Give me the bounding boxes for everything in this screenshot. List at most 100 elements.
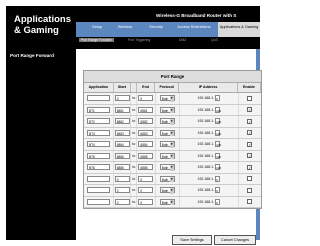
application-input[interactable] (86, 95, 110, 102)
subtab-port-range-forward[interactable]: Port Range Forward (79, 38, 114, 42)
to-label: to (132, 199, 136, 204)
enable-cell (239, 174, 261, 185)
to-label: to (132, 107, 136, 112)
ip-last-octet-input[interactable]: 0 (215, 95, 221, 102)
protocol-cell: Both ▼ (156, 139, 180, 150)
start-port-input[interactable]: 6883 (114, 129, 130, 136)
ip-last-octet-input[interactable]: 100 (215, 118, 221, 125)
tab-security[interactable]: Security (145, 25, 167, 30)
protocol-select[interactable]: Both ▼ (159, 152, 175, 160)
enable-checkbox[interactable]: ✓ (247, 130, 253, 136)
protocol-cell: Both ▼ (156, 150, 180, 161)
application-cell (84, 173, 114, 184)
start-port-input[interactable]: 0 (114, 95, 130, 102)
ip-last-octet-input[interactable]: 0 (215, 198, 221, 205)
protocol-cell: Both ▼ (156, 185, 180, 196)
enable-checkbox[interactable]: ✓ (247, 107, 253, 113)
protocol-select[interactable]: Both ▼ (159, 164, 175, 171)
chevron-down-icon: ▼ (169, 165, 174, 171)
start-port-input[interactable]: 0 (114, 175, 130, 182)
application-cell: BT2 (84, 116, 114, 127)
enable-checkbox[interactable]: ✓ (247, 118, 253, 124)
tab-access-restrictions[interactable]: Access Restrictions (176, 25, 212, 30)
end-port-input[interactable]: 6886 (138, 164, 154, 171)
ip-last-octet-input[interactable]: 100 (215, 164, 221, 171)
subtab-port-triggering[interactable]: Port Triggering (128, 38, 150, 42)
start-port-input[interactable]: 6884 (114, 141, 130, 148)
end-port-cell: 6884 (137, 139, 156, 150)
section-title: Applications & Gaming (14, 14, 72, 36)
protocol-select[interactable]: Both ▼ (159, 198, 175, 206)
application-input[interactable]: BT2 (86, 118, 110, 125)
tab-setup[interactable]: Setup (88, 25, 106, 30)
ip-last-octet-input[interactable]: 0 (215, 187, 221, 194)
application-input[interactable] (86, 175, 110, 182)
enable-checkbox[interactable] (247, 187, 253, 193)
start-port-input[interactable]: 6881 (114, 106, 130, 113)
application-cell (84, 93, 114, 104)
ip-address-cell: 192.168.1. 0 (180, 196, 239, 207)
left-rail: Port Range Forward (6, 49, 76, 240)
enable-checkbox[interactable] (247, 176, 253, 182)
tab-wireless[interactable]: Wireless (114, 25, 136, 30)
application-input[interactable]: BT3 (86, 129, 110, 136)
end-port-input[interactable]: 6883 (138, 129, 154, 136)
protocol-select[interactable]: Both ▼ (159, 141, 175, 148)
ip-last-octet-input[interactable]: 100 (215, 152, 221, 159)
table-row: BT1 6881 to 6881 Both ▼ 192.168.1. 100 ✓ (84, 104, 261, 116)
ip-last-octet-input[interactable]: 100 (215, 129, 221, 136)
end-port-input[interactable]: 6881 (138, 106, 154, 113)
ip-last-octet-input[interactable]: 100 (215, 106, 221, 113)
protocol-cell: Both ▼ (156, 116, 180, 127)
end-port-cell: 6882 (137, 116, 156, 127)
application-input[interactable] (86, 198, 110, 205)
end-port-input[interactable]: 0 (138, 95, 154, 102)
enable-checkbox[interactable] (247, 199, 253, 205)
end-port-input[interactable]: 6882 (138, 118, 154, 125)
enable-checkbox[interactable]: ✓ (247, 164, 253, 170)
ip-last-octet-input[interactable]: 100 (215, 141, 221, 148)
start-port-cell: 6886 (114, 162, 132, 173)
protocol-select[interactable]: Both ▼ (159, 95, 175, 102)
end-port-input[interactable]: 6884 (138, 141, 154, 148)
end-port-input[interactable]: 0 (138, 175, 154, 182)
start-port-input[interactable]: 0 (114, 187, 130, 194)
ip-address-cell: 192.168.1. 100 (180, 139, 239, 150)
start-port-input[interactable]: 6885 (114, 152, 130, 159)
tab-applications-gaming[interactable]: Applications & Gaming (218, 22, 260, 37)
enable-checkbox[interactable]: ✓ (247, 153, 253, 159)
table-row: 0 to 0 Both ▼ 192.168.1. 0 (84, 196, 261, 208)
end-port-input[interactable]: 6885 (138, 152, 154, 159)
subtab-qos[interactable]: QoS (211, 38, 218, 42)
table-row: BT5 6885 to 6885 Both ▼ 192.168.1. 100 ✓ (84, 150, 261, 162)
protocol-select[interactable]: Both ▼ (159, 118, 175, 125)
to-label: to (132, 119, 136, 124)
enable-cell: ✓ (239, 116, 261, 127)
protocol-select[interactable]: Both ▼ (159, 187, 175, 194)
port-range-table: Port Range Application Start End Protoco… (83, 70, 262, 209)
enable-checkbox[interactable]: ✓ (247, 141, 253, 147)
protocol-cell: Both ▼ (156, 104, 180, 115)
cancel-changes-button[interactable]: Cancel Changes (214, 235, 256, 245)
protocol-cell: Both ▼ (156, 162, 180, 173)
start-port-input[interactable]: 6886 (114, 164, 130, 171)
application-input[interactable]: BT6 (86, 164, 110, 171)
protocol-select[interactable]: Both ▼ (159, 129, 175, 137)
application-input[interactable] (86, 187, 110, 194)
application-input[interactable]: BT5 (86, 152, 110, 159)
start-port-input[interactable]: 6882 (114, 118, 130, 125)
ip-last-octet-input[interactable]: 0 (215, 175, 221, 182)
save-settings-button[interactable]: Save Settings (172, 235, 212, 245)
end-port-input[interactable]: 0 (138, 198, 154, 205)
protocol-select[interactable]: Both ▼ (159, 175, 175, 183)
enable-checkbox[interactable] (247, 95, 253, 101)
application-input[interactable]: BT1 (86, 106, 110, 113)
main-nav: Setup Wireless Security Access Restricti… (76, 22, 260, 37)
ip-prefix: 192.168.1. (197, 199, 215, 204)
col-protocol: Protocol (155, 83, 180, 92)
end-port-input[interactable]: 0 (138, 187, 154, 194)
start-port-input[interactable]: 0 (114, 198, 130, 205)
application-input[interactable]: BT4 (86, 141, 110, 148)
subtab-dmz[interactable]: DMZ (179, 38, 186, 42)
protocol-select[interactable]: Both ▼ (159, 106, 175, 114)
